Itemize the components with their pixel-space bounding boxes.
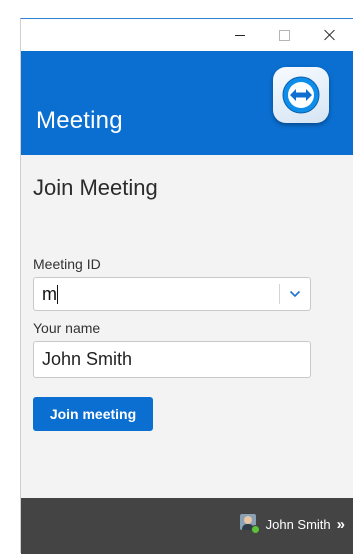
- chevron-down-icon: [289, 290, 301, 298]
- section-title: Join Meeting: [33, 175, 158, 200]
- meeting-id-label: Meeting ID: [33, 256, 101, 272]
- app-window: Meeting Join Meeting Meeting ID Your nam…: [20, 18, 353, 554]
- minimize-button[interactable]: [217, 19, 263, 51]
- minimize-icon: [235, 34, 245, 36]
- maximize-button[interactable]: [261, 19, 307, 51]
- your-name-label: Your name: [33, 320, 101, 336]
- footer-user-name: John Smith: [265, 516, 331, 532]
- avatar: [239, 514, 260, 534]
- text-caret: [57, 285, 58, 304]
- maximize-icon: [278, 29, 290, 41]
- meeting-id-dropdown-button[interactable]: [280, 278, 310, 310]
- header-title: Meeting: [36, 107, 123, 134]
- meeting-id-combobox[interactable]: [33, 277, 311, 311]
- account-menu[interactable]: John Smith »: [239, 512, 345, 536]
- footer-bar: John Smith »: [21, 498, 353, 554]
- join-meeting-button[interactable]: Join meeting: [33, 397, 153, 431]
- header: Meeting: [21, 51, 353, 155]
- teamviewer-logo-icon: [273, 67, 329, 123]
- close-icon: [324, 29, 336, 41]
- meeting-id-input[interactable]: [34, 278, 278, 310]
- close-button[interactable]: [307, 19, 353, 51]
- double-chevron-right-icon: »: [336, 515, 345, 533]
- presence-status-icon: [250, 525, 260, 534]
- your-name-input[interactable]: [33, 341, 311, 378]
- title-bar: [21, 19, 353, 51]
